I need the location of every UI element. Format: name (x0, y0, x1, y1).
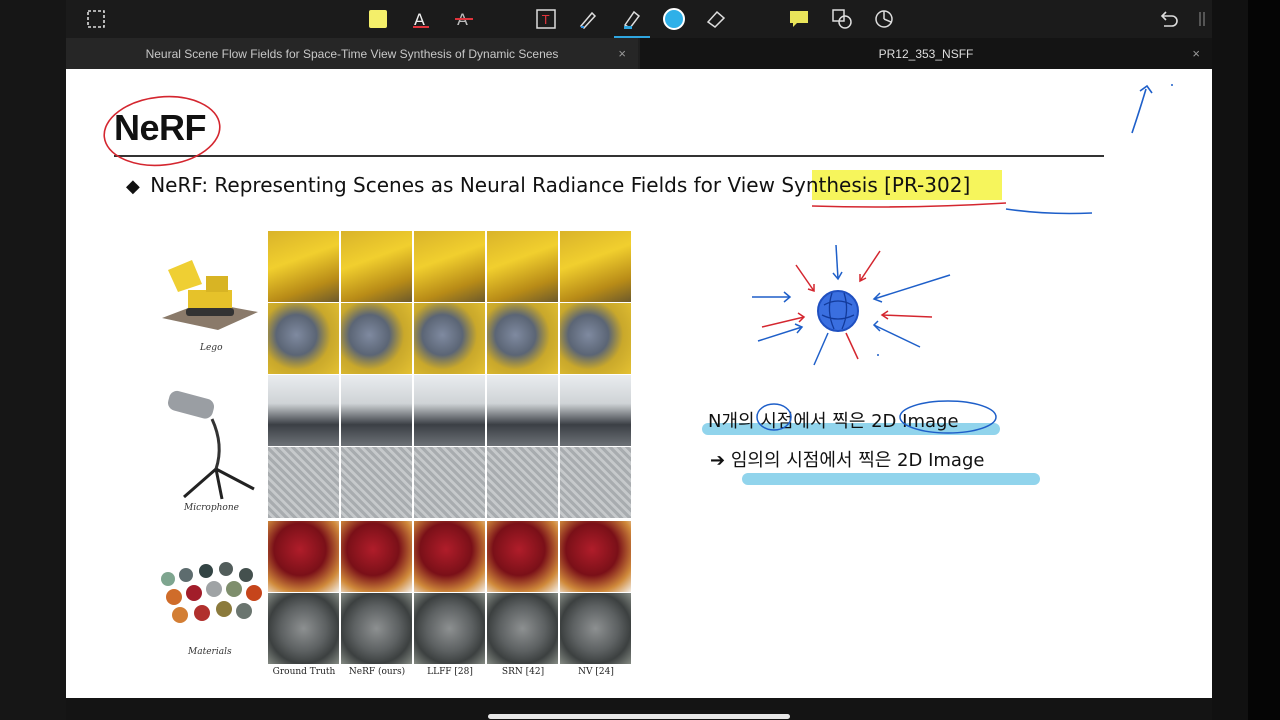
close-tab-icon[interactable]: × (618, 46, 626, 61)
color-picker-icon[interactable] (660, 5, 688, 33)
right-margin (1212, 0, 1280, 720)
annotation-toolbar: A A T (66, 0, 1212, 38)
left-margin (0, 0, 66, 720)
comment-icon[interactable] (785, 5, 813, 33)
shapes-icon[interactable] (828, 5, 856, 33)
text-box-icon[interactable]: T (532, 5, 560, 33)
document-tabs: Neural Scene Flow Fields for Space-Time … (66, 38, 1212, 69)
ink-annotations (103, 84, 1173, 434)
tab-label: PR12_353_NSFF (878, 46, 974, 61)
slide-page[interactable]: NeRF ◆ NeRF: Representing Scenes as Neur… (66, 69, 1212, 698)
text-red-icon[interactable]: A (407, 5, 435, 33)
app-window: A A T (0, 0, 1280, 720)
sticky-note-icon[interactable] (364, 5, 392, 33)
tab-label: Neural Scene Flow Fields for Space-Time … (145, 46, 559, 61)
undo-icon[interactable] (1154, 5, 1182, 33)
eraser-icon[interactable] (702, 5, 730, 33)
pen-icon[interactable] (575, 5, 603, 33)
tab-nsff-paper[interactable]: Neural Scene Flow Fields for Space-Time … (66, 38, 638, 69)
text-strike-icon[interactable]: A (450, 5, 478, 33)
highlighter-icon[interactable] (614, 5, 650, 38)
home-indicator[interactable] (488, 714, 790, 719)
svg-text:T: T (541, 13, 550, 27)
close-tab-icon[interactable]: × (1192, 46, 1200, 61)
lasso-select-icon[interactable] (82, 5, 110, 33)
more-handle-icon[interactable] (1188, 5, 1216, 33)
tab-pr12-slides[interactable]: PR12_353_NSFF × (640, 38, 1212, 69)
pie-icon[interactable] (870, 5, 898, 33)
